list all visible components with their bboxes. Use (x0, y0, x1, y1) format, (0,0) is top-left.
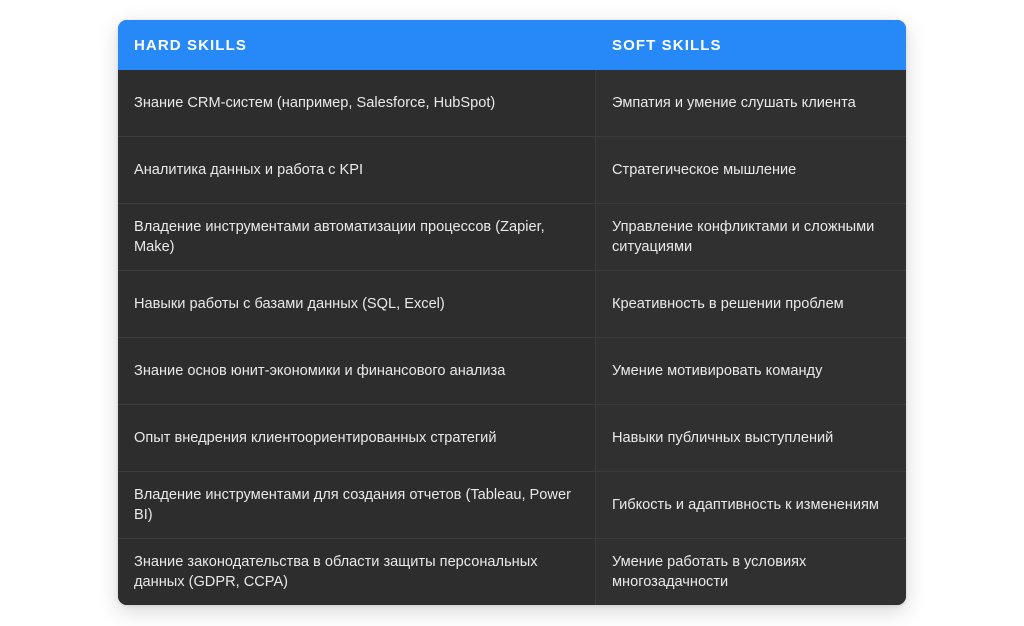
cell-soft-skill: Эмпатия и умение слушать клиента (596, 70, 906, 136)
table-header-row: HARD SKILLS SOFT SKILLS (118, 20, 906, 70)
cell-text: Эмпатия и умение слушать клиента (612, 94, 856, 111)
cell-hard-skill: Знание CRM-систем (например, Salesforce,… (118, 70, 596, 136)
table-body: Знание CRM-систем (например, Salesforce,… (118, 70, 906, 605)
cell-soft-skill: Навыки публичных выступлений (596, 405, 906, 471)
table-row: Знание основ юнит-экономики и финансовог… (118, 337, 906, 404)
cell-text: Гибкость и адаптивность к изменениям (612, 496, 879, 513)
cell-text: Креативность в решении проблем (612, 295, 844, 312)
cell-text: Владение инструментами автоматизации про… (134, 218, 545, 255)
cell-hard-skill: Владение инструментами автоматизации про… (118, 204, 596, 270)
column-header-soft-skills-label: SOFT SKILLS (612, 36, 722, 54)
cell-hard-skill: Знание основ юнит-экономики и финансовог… (118, 338, 596, 404)
cell-hard-skill: Знание законодательства в области защиты… (118, 539, 596, 605)
cell-soft-skill: Гибкость и адаптивность к изменениям (596, 472, 906, 538)
cell-text: Навыки работы с базами данных (SQL, Exce… (134, 295, 445, 312)
table-row: Знание CRM-систем (например, Salesforce,… (118, 70, 906, 136)
cell-text: Аналитика данных и работа с KPI (134, 161, 364, 178)
table-row: Владение инструментами автоматизации про… (118, 203, 906, 270)
table-row: Аналитика данных и работа с KPI Стратеги… (118, 136, 906, 203)
cell-text: Знание CRM-систем (например, Salesforce,… (134, 94, 496, 111)
cell-text: Навыки публичных выступлений (612, 429, 834, 446)
cell-soft-skill: Стратегическое мышление (596, 137, 906, 203)
cell-text: Умение работать в условиях многозадачнос… (612, 553, 807, 590)
cell-text: Знание законодательства в области защиты… (134, 553, 538, 590)
cell-text: Умение мотивировать команду (612, 362, 823, 379)
cell-text: Владение инструментами для создания отче… (134, 486, 571, 523)
cell-text: Стратегическое мышление (612, 161, 797, 178)
table-row: Навыки работы с базами данных (SQL, Exce… (118, 270, 906, 337)
column-header-soft-skills: SOFT SKILLS (596, 20, 906, 70)
column-header-hard-skills-label: HARD SKILLS (134, 36, 247, 54)
table-row: Знание законодательства в области защиты… (118, 538, 906, 605)
column-header-hard-skills: HARD SKILLS (118, 20, 596, 70)
table-row: Опыт внедрения клиентоориентированных ст… (118, 404, 906, 471)
cell-hard-skill: Аналитика данных и работа с KPI (118, 137, 596, 203)
table-row: Владение инструментами для создания отче… (118, 471, 906, 538)
cell-hard-skill: Владение инструментами для создания отче… (118, 472, 596, 538)
cell-soft-skill: Управление конфликтами и сложными ситуац… (596, 204, 906, 270)
cell-text: Опыт внедрения клиентоориентированных ст… (134, 429, 497, 446)
cell-soft-skill: Умение работать в условиях многозадачнос… (596, 539, 906, 605)
cell-hard-skill: Навыки работы с базами данных (SQL, Exce… (118, 271, 596, 337)
skills-comparison-table: HARD SKILLS SOFT SKILLS Знание CRM-систе… (118, 20, 906, 605)
cell-text: Управление конфликтами и сложными ситуац… (612, 218, 875, 255)
cell-hard-skill: Опыт внедрения клиентоориентированных ст… (118, 405, 596, 471)
cell-text: Знание основ юнит-экономики и финансовог… (134, 362, 506, 379)
cell-soft-skill: Креативность в решении проблем (596, 271, 906, 337)
cell-soft-skill: Умение мотивировать команду (596, 338, 906, 404)
